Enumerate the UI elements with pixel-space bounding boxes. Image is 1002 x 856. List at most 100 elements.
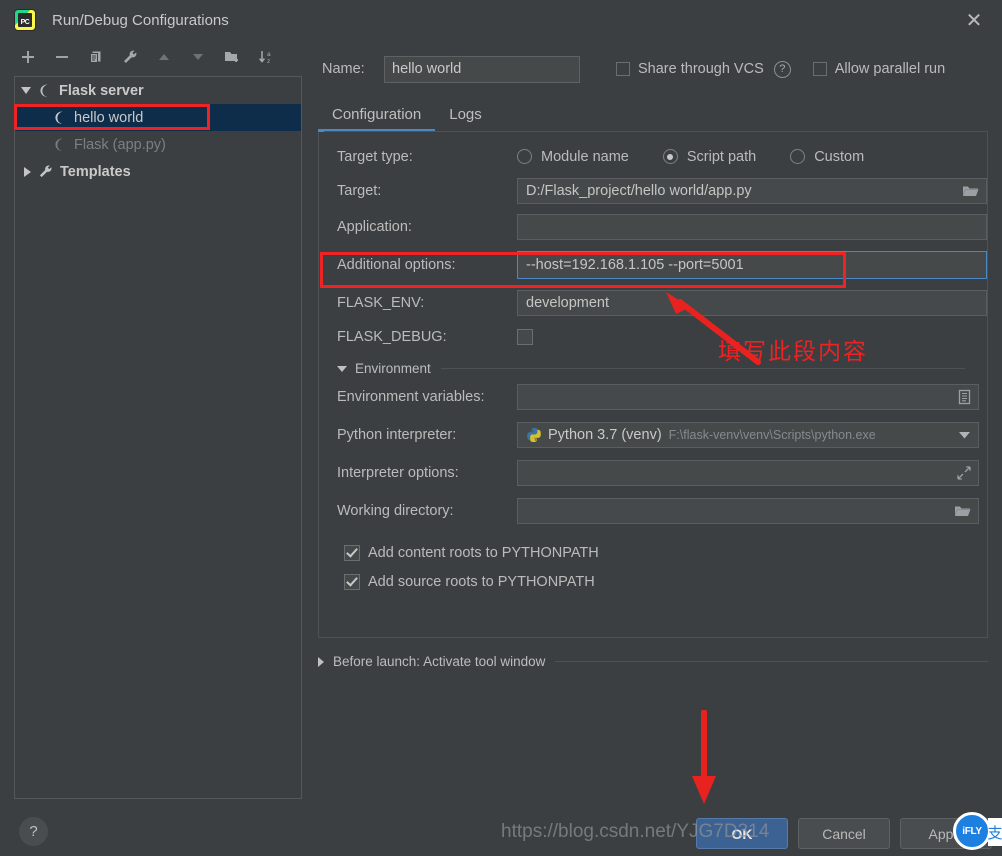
flask-icon: [53, 137, 67, 152]
sort-configurations-button[interactable]: a z: [256, 47, 276, 67]
interpreter-options-input[interactable]: [517, 460, 979, 486]
target-label: Target:: [337, 183, 382, 199]
svg-text:z: z: [267, 58, 270, 65]
share-vcs-label[interactable]: Share through VCS: [638, 61, 764, 77]
help-button[interactable]: ?: [19, 817, 48, 846]
name-input[interactable]: [384, 55, 580, 83]
title-bar: PC Run/Debug Configurations ✕: [0, 0, 1002, 40]
configuration-editor: Name: Share through VCS ? Allow parallel…: [312, 40, 1002, 856]
folder-icon[interactable]: [962, 184, 979, 198]
interpreter-options-row: Interpreter options:: [319, 454, 987, 492]
edit-templates-button[interactable]: [120, 47, 140, 67]
environment-variables-row: Environment variables:: [319, 378, 987, 416]
section-divider: [440, 368, 965, 369]
python-interpreter-label: Python interpreter:: [337, 427, 457, 443]
list-edit-icon[interactable]: [958, 389, 971, 405]
chevron-right-icon[interactable]: [318, 656, 324, 667]
flask-debug-row: FLASK_DEBUG:: [319, 321, 987, 353]
radio-module-name[interactable]: [517, 149, 532, 164]
additional-options-label: Additional options:: [337, 257, 456, 273]
chevron-right-icon[interactable]: [24, 166, 31, 177]
share-vcs-checkbox[interactable]: [616, 62, 630, 76]
additional-options-input[interactable]: --host=192.168.1.105 --port=5001: [517, 251, 987, 279]
add-content-roots-label[interactable]: Add content roots to PYTHONPATH: [368, 545, 599, 561]
python-icon: [526, 427, 542, 443]
python-interpreter-dropdown[interactable]: Python 3.7 (venv) F:\flask-venv\venv\Scr…: [517, 422, 979, 448]
copy-configuration-button[interactable]: [86, 47, 106, 67]
environment-variables-label: Environment variables:: [337, 389, 485, 405]
working-directory-row: Working directory:: [319, 492, 987, 530]
flask-icon: [38, 83, 52, 98]
target-row: Target: D:/Flask_project/hello world/app…: [319, 173, 987, 209]
add-source-roots-row: Add source roots to PYTHONPATH: [319, 567, 987, 596]
name-label: Name:: [322, 61, 365, 77]
move-down-button[interactable]: [188, 47, 208, 67]
ok-button[interactable]: OK: [696, 818, 788, 849]
python-interpreter-row: Python interpreter: Python 3.7 (venv) F:…: [319, 416, 987, 454]
flask-debug-checkbox[interactable]: [517, 329, 533, 345]
editor-tabs: Configuration Logs: [318, 100, 1002, 132]
application-row: Application:: [319, 209, 987, 245]
add-configuration-button[interactable]: [18, 47, 38, 67]
environment-variables-input[interactable]: [517, 384, 979, 410]
close-icon[interactable]: ✕: [960, 8, 988, 34]
configurations-sidebar: a z Flask server hello world Flask (app.…: [0, 40, 312, 856]
radio-script-path[interactable]: [662, 149, 678, 164]
add-source-roots-label[interactable]: Add source roots to PYTHONPATH: [368, 574, 595, 590]
allow-parallel-checkbox[interactable]: [812, 62, 827, 76]
chevron-down-icon[interactable]: [337, 365, 347, 372]
interpreter-options-label: Interpreter options:: [337, 465, 459, 481]
window-title: Run/Debug Configurations: [52, 11, 229, 29]
cancel-button[interactable]: Cancel: [798, 818, 890, 849]
target-type-row: Target type: Module name Script path Cus…: [319, 140, 987, 173]
name-row: Name: Share through VCS ? Allow parallel…: [312, 40, 1002, 88]
sidebar-toolbar: a z: [0, 40, 312, 74]
allow-parallel-group: Allow parallel run: [812, 61, 945, 77]
flask-icon: [53, 110, 67, 125]
tree-group-templates[interactable]: Templates: [15, 158, 301, 185]
add-content-roots-checkbox[interactable]: [344, 544, 360, 561]
configurations-tree[interactable]: Flask server hello world Flask (app.py) …: [14, 76, 302, 799]
chevron-down-icon[interactable]: [21, 87, 31, 94]
python-interpreter-name: Python 3.7 (venv): [548, 427, 662, 443]
tab-logs[interactable]: Logs: [435, 100, 496, 132]
working-directory-input[interactable]: [517, 498, 979, 524]
flask-env-input[interactable]: development: [517, 290, 987, 316]
new-folder-button[interactable]: [222, 47, 242, 67]
environment-section-header: Environment: [337, 361, 987, 376]
allow-parallel-label[interactable]: Allow parallel run: [835, 61, 945, 77]
tree-item-label: hello world: [74, 109, 144, 126]
share-vcs-group: Share through VCS ?: [616, 60, 791, 78]
folder-icon[interactable]: [954, 504, 971, 518]
additional-options-row: Additional options: --host=192.168.1.105…: [319, 245, 987, 285]
apply-button[interactable]: Apply: [900, 818, 992, 849]
tree-group-label: Templates: [60, 163, 131, 180]
tree-item-label: Flask (app.py): [74, 136, 166, 153]
before-launch-section: Before launch: Activate tool window: [318, 654, 988, 669]
remove-configuration-button[interactable]: [52, 47, 72, 67]
chevron-down-icon[interactable]: [958, 431, 971, 440]
radio-custom-label[interactable]: Custom: [814, 149, 864, 165]
add-source-roots-checkbox[interactable]: [344, 573, 360, 590]
tab-configuration[interactable]: Configuration: [318, 100, 436, 132]
move-up-button[interactable]: [154, 47, 174, 67]
flask-env-value: development: [526, 295, 610, 311]
share-vcs-help-icon[interactable]: ?: [773, 60, 791, 78]
target-input[interactable]: D:/Flask_project/hello world/app.py: [517, 178, 987, 204]
tree-item-flask-app-py[interactable]: Flask (app.py): [15, 131, 301, 158]
additional-options-value: --host=192.168.1.105 --port=5001: [526, 257, 744, 273]
radio-module-name-label[interactable]: Module name: [541, 149, 629, 165]
pycharm-logo-text: PC: [20, 19, 30, 26]
svg-text:a: a: [267, 51, 271, 58]
flask-env-label: FLASK_ENV:: [337, 295, 425, 311]
working-directory-label: Working directory:: [337, 503, 454, 519]
application-input[interactable]: [517, 214, 987, 240]
tree-group-flask-server[interactable]: Flask server: [15, 77, 301, 104]
tree-item-hello-world[interactable]: hello world: [15, 104, 301, 131]
wrench-icon: [38, 164, 53, 179]
flask-debug-label: FLASK_DEBUG:: [337, 329, 447, 345]
expand-icon[interactable]: [957, 466, 971, 480]
tree-group-label: Flask server: [59, 82, 144, 99]
radio-custom[interactable]: [790, 149, 806, 164]
radio-script-path-label[interactable]: Script path: [687, 149, 756, 165]
